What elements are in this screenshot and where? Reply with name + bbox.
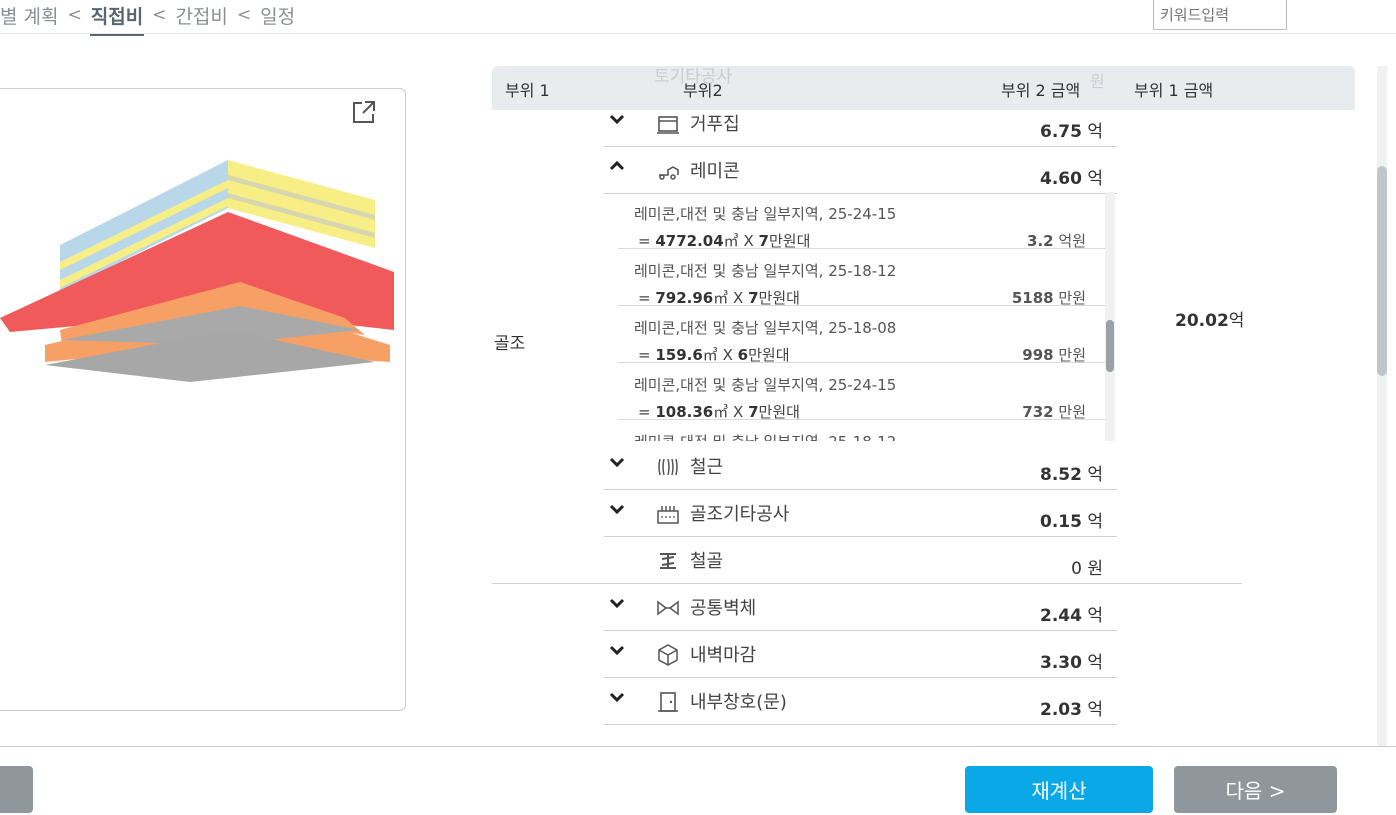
- prev-button[interactable]: [0, 766, 33, 813]
- formwork-icon: [657, 116, 679, 134]
- cost-table: 부위 1 부위2 부위 2 금액 부위 1 금액 토기타공사 원 골조 20.0…: [492, 66, 1362, 746]
- row-label: 철골: [690, 551, 724, 572]
- table-scrollbar[interactable]: [1377, 66, 1387, 746]
- row-amount: 0 원: [1071, 559, 1103, 579]
- breadcrumb-item-direct-cost[interactable]: 직접비: [89, 2, 145, 36]
- table-row-common-wall[interactable]: 공통벽체 2.44 억: [604, 584, 1117, 631]
- row-label: 골조기타공사: [690, 504, 790, 525]
- row-amount: 8.52 억: [1040, 465, 1103, 485]
- list-item: 레미콘,대전 및 충남 일부지역, 25-18-12 = 792.96㎥ X 7…: [618, 249, 1106, 307]
- table-row-frame-misc[interactable]: 골조기타공사 0.15 억: [604, 490, 1117, 537]
- next-button[interactable]: 다음 >: [1174, 766, 1337, 813]
- breadcrumb: 별 계획 < 직접비 < 간접비 < 일정: [0, 0, 295, 36]
- table-row-rebar[interactable]: 철근 8.52 억: [604, 443, 1117, 490]
- chevron-down-icon[interactable]: [608, 641, 626, 659]
- list-item: 레미콘,대전 및 충남 일부지역, 25-24-15 = 108.36㎥ X 7…: [618, 363, 1106, 421]
- building-3d-model[interactable]: [0, 150, 400, 390]
- ghost-row-amount: 원: [1090, 72, 1105, 91]
- chevron-up-icon[interactable]: [608, 157, 626, 175]
- row-label: 레미콘: [690, 161, 740, 182]
- breadcrumb-separator: <: [67, 5, 82, 25]
- door-icon: [658, 692, 678, 712]
- row-label: 거푸집: [690, 114, 740, 135]
- steel-beam-icon: [660, 553, 676, 569]
- chevron-down-icon[interactable]: [608, 110, 626, 128]
- concrete-subitem-list[interactable]: 레미콘,대전 및 충남 일부지역, 25-24-15 = 4772.04㎥ X …: [492, 192, 1362, 441]
- header-part1: 부위 1: [505, 81, 550, 100]
- common-wall-icon: [657, 600, 679, 616]
- row-label: 공통벽체: [690, 598, 757, 619]
- row-amount: 2.03 억: [1040, 700, 1103, 720]
- row-label: 철근: [690, 457, 724, 478]
- list-item: 레미콘,대전 및 충남 일부지역, 25-18-08 = 159.6㎥ X 6만…: [618, 306, 1106, 364]
- breadcrumb-item-plan[interactable]: 별 계획: [0, 2, 58, 29]
- list-item: 레미콘,대전 및 충남 일부지역, 25-24-15 = 4772.04㎥ X …: [618, 192, 1106, 250]
- row-amount: 0.15 억: [1040, 512, 1103, 532]
- table-header: 부위 1 부위2 부위 2 금액 부위 1 금액: [492, 66, 1355, 110]
- top-bar: 별 계획 < 직접비 < 간접비 < 일정: [0, 0, 1396, 36]
- open-external-icon[interactable]: [351, 99, 377, 125]
- rebar-icon: [658, 458, 678, 476]
- row-amount: 6.75 억: [1040, 122, 1103, 142]
- chevron-down-icon[interactable]: [608, 594, 626, 612]
- recalculate-button[interactable]: 재계산: [965, 766, 1153, 813]
- subitem-scrollbar[interactable]: [1105, 192, 1115, 441]
- row-amount: 4.60 억: [1040, 169, 1103, 189]
- row-label: 내벽마감: [690, 645, 757, 666]
- search-input[interactable]: [1153, 0, 1287, 30]
- table-row-steel-frame[interactable]: 철골 0 원: [604, 537, 1242, 584]
- chevron-down-icon[interactable]: [608, 500, 626, 518]
- breadcrumb-separator: <: [236, 5, 252, 25]
- table-row-interior-door[interactable]: 내부창호(문) 2.03 억: [604, 678, 1117, 725]
- row-amount: 2.44 억: [1040, 606, 1103, 626]
- breadcrumb-separator: <: [152, 5, 167, 25]
- chevron-down-icon[interactable]: [608, 453, 626, 471]
- row-amount: 3.30 억: [1040, 653, 1103, 673]
- subitem-scrollbar-thumb[interactable]: [1106, 320, 1114, 372]
- chevron-down-icon[interactable]: [608, 688, 626, 706]
- table-scrollbar-thumb[interactable]: [1377, 166, 1387, 376]
- table-row-interior-wall-finish[interactable]: 내벽마감 3.30 억: [604, 631, 1117, 678]
- row-label: 내부창호(문): [690, 692, 787, 713]
- concrete-mixer-icon: [659, 166, 679, 180]
- frame-misc-icon: [657, 506, 679, 524]
- header-part2-amount: 부위 2 금액: [1001, 81, 1081, 100]
- table-row-ready-mixed-concrete[interactable]: 레미콘 4.60 억: [604, 147, 1117, 194]
- footer-bar: 재계산 다음 >: [0, 746, 1396, 815]
- ghost-row-label: 토기타공사: [654, 67, 733, 87]
- breadcrumb-item-schedule[interactable]: 일정: [260, 2, 295, 29]
- header-part1-amount: 부위 1 금액: [1134, 81, 1214, 100]
- interior-wall-icon: [658, 644, 678, 666]
- list-item: 레미콘,대전 및 충남 일부지역, 25-18-12: [618, 420, 1106, 441]
- breadcrumb-item-indirect-cost[interactable]: 간접비: [175, 2, 227, 29]
